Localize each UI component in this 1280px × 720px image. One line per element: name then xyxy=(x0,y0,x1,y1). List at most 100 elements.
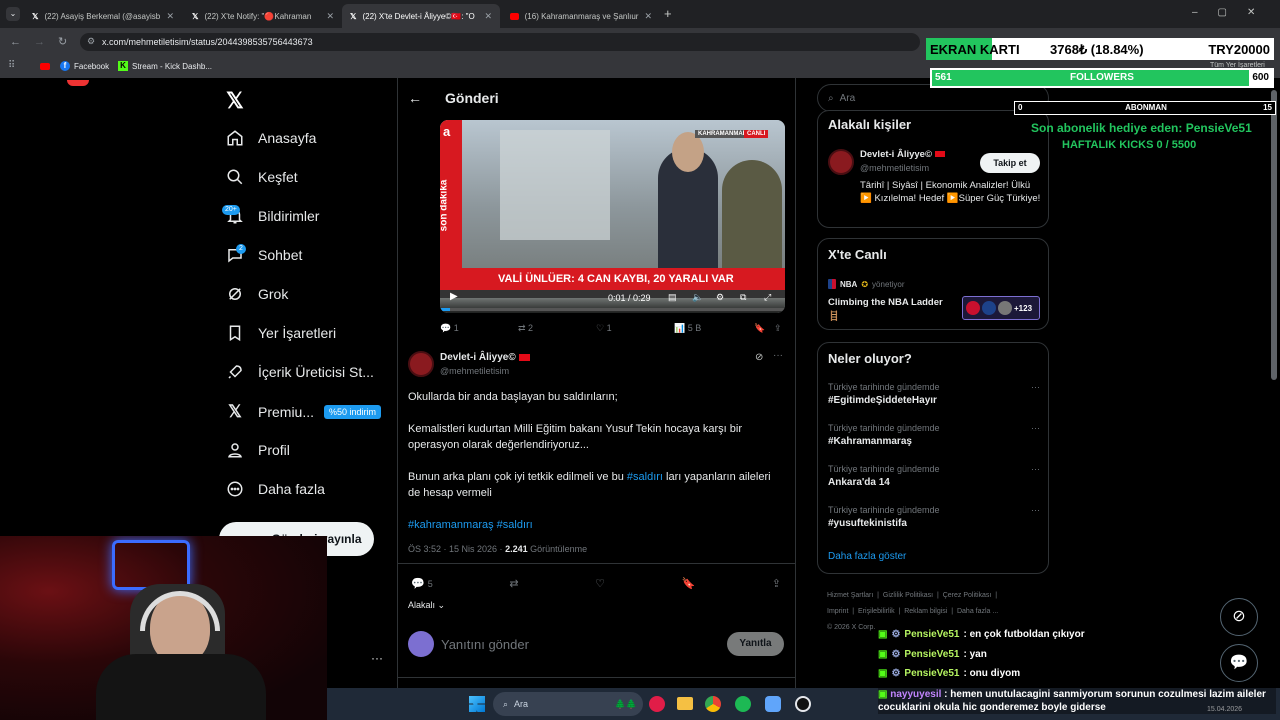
share-icon[interactable]: ⇪ xyxy=(774,323,782,334)
fullscreen-icon[interactable]: ⤢ xyxy=(764,292,771,303)
settings-icon[interactable]: ⚙ xyxy=(716,292,724,303)
obs-icon[interactable] xyxy=(795,696,811,712)
reply-sort-dropdown[interactable]: Alakalı ⌄ xyxy=(408,600,445,611)
scrollbar-thumb[interactable] xyxy=(1271,90,1277,380)
play-icon[interactable]: ▶ xyxy=(450,291,458,302)
footer-link[interactable]: Çerez Politikası xyxy=(943,592,992,599)
file-explorer-icon[interactable] xyxy=(677,697,693,710)
window-controls[interactable]: –▢✕ xyxy=(1192,7,1275,18)
like-action[interactable]: ♡ 1 xyxy=(596,323,674,334)
browser-tab[interactable]: 𝕏 (22) Asayiş Berkemal (@asayisb ✕ xyxy=(24,4,182,28)
close-icon[interactable]: ✕ xyxy=(484,11,492,22)
views-action[interactable]: 📊 5 B xyxy=(674,323,754,334)
x-logo-icon[interactable]: 𝕏 xyxy=(226,88,244,114)
more-circle-icon xyxy=(227,481,243,497)
hashtag-links[interactable]: #kahramanmaraş #saldırı xyxy=(408,517,783,533)
nav-item-premium[interactable]: 𝕏 Premiu... %50 indirim xyxy=(226,402,382,422)
messages-float-button[interactable]: 💬 xyxy=(1220,644,1258,682)
like-icon[interactable]: ♡ xyxy=(595,577,605,590)
more-options-icon[interactable]: ··· xyxy=(1031,423,1040,433)
more-options-icon[interactable]: ··· xyxy=(1031,464,1040,474)
more-options-icon[interactable]: ··· xyxy=(773,350,783,361)
close-icon[interactable]: ✕ xyxy=(644,11,652,22)
nav-item-bookmarks[interactable]: Yer İşaretleri xyxy=(226,324,336,342)
spotify-icon[interactable] xyxy=(735,696,751,712)
youtube-icon[interactable] xyxy=(40,63,50,70)
repost-action[interactable]: ⇄ 2 xyxy=(518,323,596,334)
apps-icon[interactable]: ⠿ xyxy=(8,60,15,71)
trend-item[interactable]: Türkiye tarihinde gündemde Ankara'da 14 … xyxy=(828,464,1040,488)
grok-icon[interactable]: ⊘ xyxy=(755,352,763,363)
video-progress-track[interactable] xyxy=(440,308,785,311)
reply-action[interactable]: 💬 5 xyxy=(411,577,433,590)
trend-item[interactable]: Türkiye tarihinde gündemde #Kahramanmara… xyxy=(828,423,1040,447)
nav-item-creator-studio[interactable]: İçerik Üreticisi St... xyxy=(226,363,374,381)
author-handle[interactable]: @mehmetiletisim xyxy=(440,366,509,376)
nav-item-notifications[interactable]: Bildirimler xyxy=(226,207,319,225)
trend-meta: Türkiye tarihinde gündemde xyxy=(828,423,940,433)
trend-item[interactable]: Türkiye tarihinde gündemde #yusuftekinis… xyxy=(828,505,1040,529)
nav-item-grok[interactable]: Grok xyxy=(226,285,288,303)
live-listeners[interactable]: +123 xyxy=(962,296,1040,320)
forward-icon[interactable]: → xyxy=(34,36,45,48)
hashtag-link[interactable]: #saldırı xyxy=(627,471,663,483)
more-options-icon[interactable]: ··· xyxy=(1031,505,1040,515)
reload-icon[interactable]: ↻ xyxy=(58,35,67,48)
nav-item-more[interactable]: Daha fazla xyxy=(226,480,325,498)
windows-start-icon[interactable] xyxy=(469,696,485,712)
back-arrow-icon[interactable]: ← xyxy=(408,90,422,106)
author-avatar[interactable] xyxy=(408,351,434,377)
show-more-link[interactable]: Daha fazla göster xyxy=(828,551,906,562)
footer-link[interactable]: Imprint xyxy=(827,608,848,615)
follow-button[interactable]: Takip et xyxy=(980,153,1040,173)
share-icon[interactable]: ⇪ xyxy=(772,577,781,590)
volume-icon[interactable]: 🔈 xyxy=(692,292,703,303)
footer-link[interactable]: Daha fazla ... xyxy=(957,608,998,615)
taskbar-search-label: Ara xyxy=(514,699,529,709)
taskbar-search[interactable]: ⌕ Ara 🌲🌲 xyxy=(493,692,643,716)
bookmark-facebook[interactable]: f Facebook xyxy=(60,61,109,71)
footer-link[interactable]: Erişilebilirlik xyxy=(858,608,895,615)
post-author[interactable]: Devlet-i Âliyye© xyxy=(440,352,530,363)
app-icon[interactable] xyxy=(765,696,781,712)
live-title[interactable]: Climbing the NBA Ladder 🪜 xyxy=(828,296,953,324)
footer-link[interactable]: Gizlilik Politikası xyxy=(883,592,933,599)
nav-item-explore[interactable]: Keşfet xyxy=(226,168,298,186)
more-options-icon[interactable]: ··· xyxy=(1031,382,1040,392)
more-icon[interactable]: ··· xyxy=(371,651,383,665)
video-player[interactable]: a son dakika KAHRAMANMARAŞ CANLI VALİ ÜN… xyxy=(440,120,785,313)
facebook-icon: f xyxy=(60,61,70,71)
url-input[interactable]: ⚙ x.com/mehmetiletisim/status/2044398535… xyxy=(80,33,920,51)
nav-item-home[interactable]: Anasayfa xyxy=(226,129,316,147)
browser-tab-active[interactable]: 𝕏 (22) X'te Devlet-i Âliyye©🇹🇷: "O ✕ xyxy=(342,4,500,28)
browser-tab[interactable]: 𝕏 (22) X'te Notify: "🔴Kahraman ✕ xyxy=(184,4,342,28)
bookmark-icon[interactable]: 🔖 xyxy=(682,577,696,590)
site-info-icon[interactable]: ⚙ xyxy=(87,36,95,47)
nav-item-profile[interactable]: Profil xyxy=(226,441,290,459)
listener-avatar xyxy=(998,301,1012,315)
bookmark-icon[interactable]: 🔖 xyxy=(754,323,774,334)
bookmark-kick[interactable]: K Stream - Kick Dashb... xyxy=(118,61,212,71)
tab-search-icon[interactable]: ⌄ xyxy=(6,7,20,21)
close-icon[interactable]: ✕ xyxy=(166,11,174,22)
live-host[interactable]: NBA ✪ yönetiyor xyxy=(828,279,905,289)
grok-float-button[interactable]: ⊘ xyxy=(1220,598,1258,636)
reply-action[interactable]: 💬 1 xyxy=(440,323,518,334)
post-timestamp[interactable]: ÖS 3:52 · 15 Nis 2026 · xyxy=(408,544,505,554)
repost-icon[interactable]: ⇄ xyxy=(509,577,518,590)
pip-icon[interactable]: ⧉ xyxy=(740,292,746,303)
trend-item[interactable]: Türkiye tarihinde gündemde #EgitimdeŞidd… xyxy=(828,382,1040,406)
back-icon[interactable]: ← xyxy=(10,36,21,48)
new-tab-button[interactable]: + xyxy=(664,6,672,21)
close-icon[interactable]: ✕ xyxy=(326,11,334,22)
browser-tab[interactable]: (16) Kahramanmaraş ve Şanlıur ✕ xyxy=(502,4,660,28)
captions-icon[interactable]: ▤ xyxy=(668,292,677,303)
footer-link[interactable]: Reklam bilgisi xyxy=(904,608,947,615)
app-icon[interactable] xyxy=(649,696,665,712)
reply-button[interactable]: Yanıtla xyxy=(727,632,784,656)
footer-link[interactable]: Hizmet Şartları xyxy=(827,592,873,599)
reply-input[interactable]: Yanıtını gönder xyxy=(441,637,529,652)
author-avatar[interactable] xyxy=(828,149,854,175)
related-name[interactable]: Devlet-i Âliyye© xyxy=(860,149,945,160)
chrome-icon[interactable] xyxy=(705,696,721,712)
